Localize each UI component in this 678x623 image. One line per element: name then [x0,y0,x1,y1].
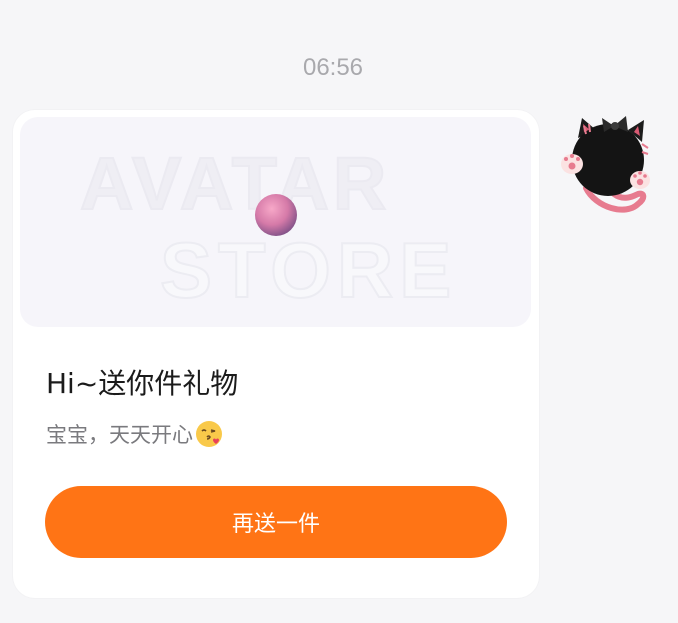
send-another-button[interactable]: 再送一件 [45,486,507,558]
banner-word-store: STORE [160,226,457,314]
gift-card-subtitle-text: 宝宝，天天开心 [46,423,193,447]
gift-banner-image: AVATAR STORE [79,141,457,315]
chat-screen: 06:56 AVATAR STORE Hi~送你件礼物 宝宝，天天开心 再送一件 [0,0,678,623]
banner-word-avatar: AVATAR [80,142,390,225]
gift-message-card[interactable]: AVATAR STORE Hi~送你件礼物 宝宝，天天开心 再送一件 [13,110,539,598]
gift-ball-icon [255,194,297,236]
kissing-face-emoji-icon [196,421,222,447]
gift-banner[interactable]: AVATAR STORE [20,117,531,327]
message-timestamp: 06:56 [302,54,364,81]
gift-card-subtitle: 宝宝，天天开心 [46,419,223,449]
black-cat-avatar-icon[interactable] [556,108,656,218]
gift-card-title: Hi~送你件礼物 [46,367,239,400]
